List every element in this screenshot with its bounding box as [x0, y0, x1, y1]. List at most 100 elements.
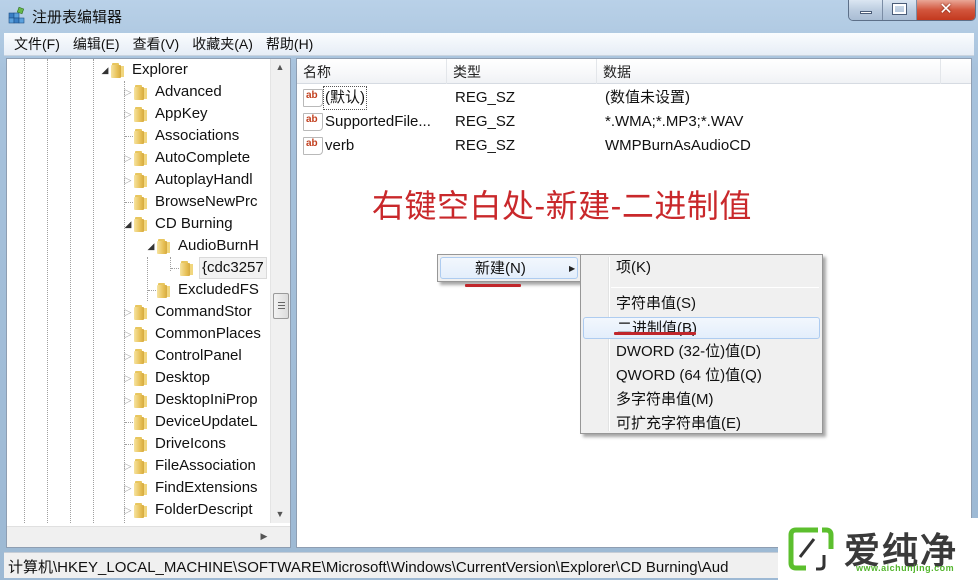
folder-icon [111, 63, 128, 78]
tree-item[interactable]: ▷ AutoComplete [7, 147, 269, 169]
collapse-arrow-icon[interactable]: ◢ [123, 213, 133, 235]
submenu-item-label: 项(K) [616, 259, 651, 276]
regedit-window: 注册表编辑器 ✕ 文件(F) 编辑(E) 查看(V) 收藏夹(A) 帮助(H) … [0, 0, 978, 580]
tree-item[interactable]: ▷ AppKey [7, 103, 269, 125]
submenu-item[interactable]: DWORD (32-位)值(D) [583, 341, 820, 363]
tree-item[interactable]: ▷ Desktop [7, 367, 269, 389]
caption-buttons: ✕ [848, 0, 976, 21]
submenu-item-label: 多字符串值(M) [616, 391, 714, 408]
menu-favorites[interactable]: 收藏夹(A) [186, 34, 259, 55]
expand-arrow-icon[interactable]: ▷ [123, 81, 133, 103]
title-bar[interactable]: 注册表编辑器 ✕ [0, 0, 978, 30]
value-data: (数值未设置) [605, 89, 690, 106]
expand-arrow-icon[interactable]: ▷ [123, 499, 133, 521]
tree-item-label: ExcludedFS [178, 281, 259, 298]
tree-item-label: FileAssociation [155, 457, 256, 474]
folder-icon [134, 349, 151, 364]
menu-edit[interactable]: 编辑(E) [67, 34, 126, 55]
scroll-up-icon[interactable]: ▲ [271, 62, 289, 72]
submenu-item-label: DWORD (32-位)值(D) [616, 343, 761, 360]
minimize-button[interactable] [849, 0, 883, 20]
tree-item[interactable]: Associations [7, 125, 269, 147]
column-header-data[interactable]: 数据 [597, 59, 941, 84]
folder-icon [134, 481, 151, 496]
value-row[interactable]: ab SupportedFile... REG_SZ *.WMA;*.MP3;*.WA… [297, 110, 971, 134]
tree-item[interactable]: DriveIcons [7, 433, 269, 455]
folder-icon [134, 85, 151, 100]
expand-arrow-icon[interactable]: ▷ [123, 345, 133, 367]
tree-item[interactable]: {cdc3257 [7, 257, 269, 279]
submenu-item[interactable]: 项(K) [583, 257, 820, 279]
expand-arrow-icon[interactable]: ▷ [123, 477, 133, 499]
expand-arrow-icon[interactable]: ▷ [123, 367, 133, 389]
collapse-arrow-icon[interactable]: ◢ [100, 59, 110, 81]
submenu-item[interactable]: 字符串值(S) [583, 293, 820, 315]
tree-item[interactable]: ▷ DesktopIniProp [7, 389, 269, 411]
submenu-item[interactable]: 二进制值(B) [583, 317, 820, 339]
menu-item-new[interactable]: 新建(N) ▶ [440, 257, 578, 279]
value-name: SupportedFile... [325, 113, 431, 130]
tree-item-label: Advanced [155, 83, 222, 100]
submenu-item[interactable]: 可扩充字符串值(E) [583, 413, 820, 435]
folder-icon [134, 503, 151, 518]
value-row[interactable]: ab (默认) REG_SZ (数值未设置) [297, 86, 971, 110]
expand-arrow-icon[interactable]: ▷ [123, 169, 133, 191]
tree-item[interactable]: ▷ FolderDescript [7, 499, 269, 521]
new-submenu: 项(K) 字符串值(S) 二进制值(B) DWORD (32-位)值(D) QWORD … [580, 254, 823, 434]
folder-icon [134, 129, 151, 144]
folder-icon [134, 459, 151, 474]
scroll-thumb[interactable] [273, 293, 289, 319]
scroll-right-icon[interactable]: ▶ [255, 531, 273, 542]
maximize-button[interactable] [883, 0, 917, 20]
tree-item[interactable]: ▷ Advanced [7, 81, 269, 103]
string-value-icon: ab [303, 89, 323, 107]
folder-icon [157, 239, 174, 254]
tree-item[interactable]: ◢ CD Burning [7, 213, 269, 235]
column-header-type[interactable]: 类型 [447, 59, 597, 84]
close-button[interactable]: ✕ [917, 0, 975, 20]
expand-arrow-icon[interactable]: ▷ [123, 301, 133, 323]
tree-item[interactable]: ▷ FindExtensions [7, 477, 269, 499]
tree-item[interactable]: ▷ CommonPlaces [7, 323, 269, 345]
menu-file[interactable]: 文件(F) [8, 34, 66, 55]
scroll-down-icon[interactable]: ▼ [271, 509, 289, 519]
submenu-item[interactable]: 多字符串值(M) [583, 389, 820, 411]
tree-item[interactable]: DeviceUpdateL [7, 411, 269, 433]
expand-arrow-icon[interactable]: ▷ [123, 389, 133, 411]
value-type: REG_SZ [455, 137, 516, 154]
tree-item-label: BrowseNewPrc [155, 193, 258, 210]
folder-icon [134, 107, 151, 122]
expand-arrow-icon[interactable]: ▷ [123, 323, 133, 345]
registry-tree[interactable]: ◢ Explorer ▷ Advanced ▷ AppKey Associations ▷ Au… [6, 58, 291, 548]
expand-arrow-icon[interactable]: ▷ [123, 455, 133, 477]
submenu-item[interactable]: QWORD (64 位)值(Q) [583, 365, 820, 387]
expand-arrow-icon[interactable]: ▷ [123, 103, 133, 125]
folder-icon [134, 393, 151, 408]
folder-icon [180, 261, 197, 276]
value-row[interactable]: ab verb REG_SZ WMPBurnAsAudioCD [297, 134, 971, 158]
folder-icon [134, 327, 151, 342]
tree-connector [148, 290, 156, 291]
collapse-arrow-icon[interactable]: ◢ [146, 235, 156, 257]
folder-icon [134, 415, 151, 430]
menu-help[interactable]: 帮助(H) [260, 34, 319, 55]
value-data: *.WMA;*.MP3;*.WAV [605, 113, 744, 130]
tree-item[interactable]: ▷ CommandStor [7, 301, 269, 323]
tree-item[interactable]: ▷ ControlPanel [7, 345, 269, 367]
tree-item-label: AppKey [155, 105, 208, 122]
regedit-icon [8, 6, 25, 24]
menu-view[interactable]: 查看(V) [127, 34, 186, 55]
column-header-name[interactable]: 名称 [297, 59, 447, 84]
maximize-icon [892, 3, 907, 15]
tree-connector [171, 268, 179, 269]
tree-item[interactable]: ExcludedFS [7, 279, 269, 301]
tree-item[interactable]: BrowseNewPrc [7, 191, 269, 213]
submenu-item-label: 字符串值(S) [616, 295, 696, 312]
tree-horizontal-scrollbar[interactable]: ▶ [7, 526, 290, 547]
tree-item[interactable]: ▷ FileAssociation [7, 455, 269, 477]
tree-item[interactable]: ◢ Explorer [7, 59, 269, 81]
tree-item[interactable]: ▷ AutoplayHandl [7, 169, 269, 191]
expand-arrow-icon[interactable]: ▷ [123, 147, 133, 169]
tree-item[interactable]: ◢ AudioBurnH [7, 235, 269, 257]
tree-vertical-scrollbar[interactable]: ▲ ▼ [270, 59, 290, 523]
